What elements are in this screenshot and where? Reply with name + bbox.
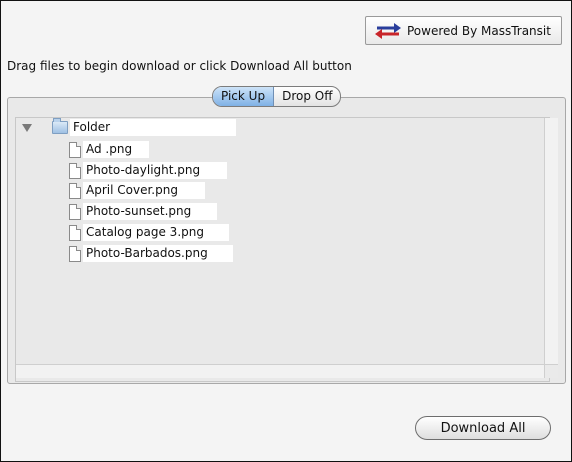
powered-by-label: Powered By MassTransit bbox=[407, 23, 551, 38]
tree-file-row[interactable]: Photo-daylight.png bbox=[69, 162, 227, 179]
tree-file-row[interactable]: April Cover.png bbox=[69, 182, 205, 199]
file-icon bbox=[69, 141, 81, 158]
horizontal-scrollbar[interactable] bbox=[16, 364, 544, 378]
file-icon bbox=[69, 182, 81, 199]
file-icon bbox=[69, 203, 81, 220]
tab-pick-up[interactable]: Pick Up bbox=[213, 87, 275, 106]
file-icon bbox=[69, 245, 81, 262]
scrollbar-corner bbox=[544, 364, 558, 378]
file-icon bbox=[69, 162, 81, 179]
tree-file-row[interactable]: Photo-sunset.png bbox=[69, 203, 217, 220]
download-all-button[interactable]: Download All bbox=[415, 416, 551, 440]
tree-file-row[interactable]: Catalog page 3.png bbox=[69, 224, 229, 241]
file-label: April Cover.png bbox=[83, 182, 205, 199]
vertical-scrollbar[interactable] bbox=[544, 118, 558, 364]
instructions-text: Drag files to begin download or click Do… bbox=[7, 59, 352, 73]
file-label: Photo-sunset.png bbox=[83, 203, 217, 220]
tree-file-row[interactable]: Photo-Barbados.png bbox=[69, 245, 233, 262]
file-icon bbox=[69, 224, 81, 241]
tree-file-row[interactable]: Ad .png bbox=[69, 141, 149, 158]
file-label: Ad .png bbox=[83, 141, 149, 158]
powered-by-masstransit-button[interactable]: Powered By MassTransit bbox=[365, 16, 562, 45]
file-label: Photo-Barbados.png bbox=[83, 245, 233, 262]
file-label: Photo-daylight.png bbox=[83, 162, 227, 179]
tab-drop-off[interactable]: Drop Off bbox=[274, 87, 340, 106]
folder-icon bbox=[52, 118, 68, 134]
tab-segmented-control: Pick Up Drop Off bbox=[212, 86, 342, 107]
file-label: Catalog page 3.png bbox=[83, 224, 229, 241]
tree-folder-row[interactable]: Folder bbox=[52, 118, 236, 136]
transfer-arrows-icon bbox=[375, 22, 401, 39]
disclosure-triangle-icon[interactable] bbox=[22, 124, 32, 132]
folder-label: Folder bbox=[70, 119, 236, 136]
